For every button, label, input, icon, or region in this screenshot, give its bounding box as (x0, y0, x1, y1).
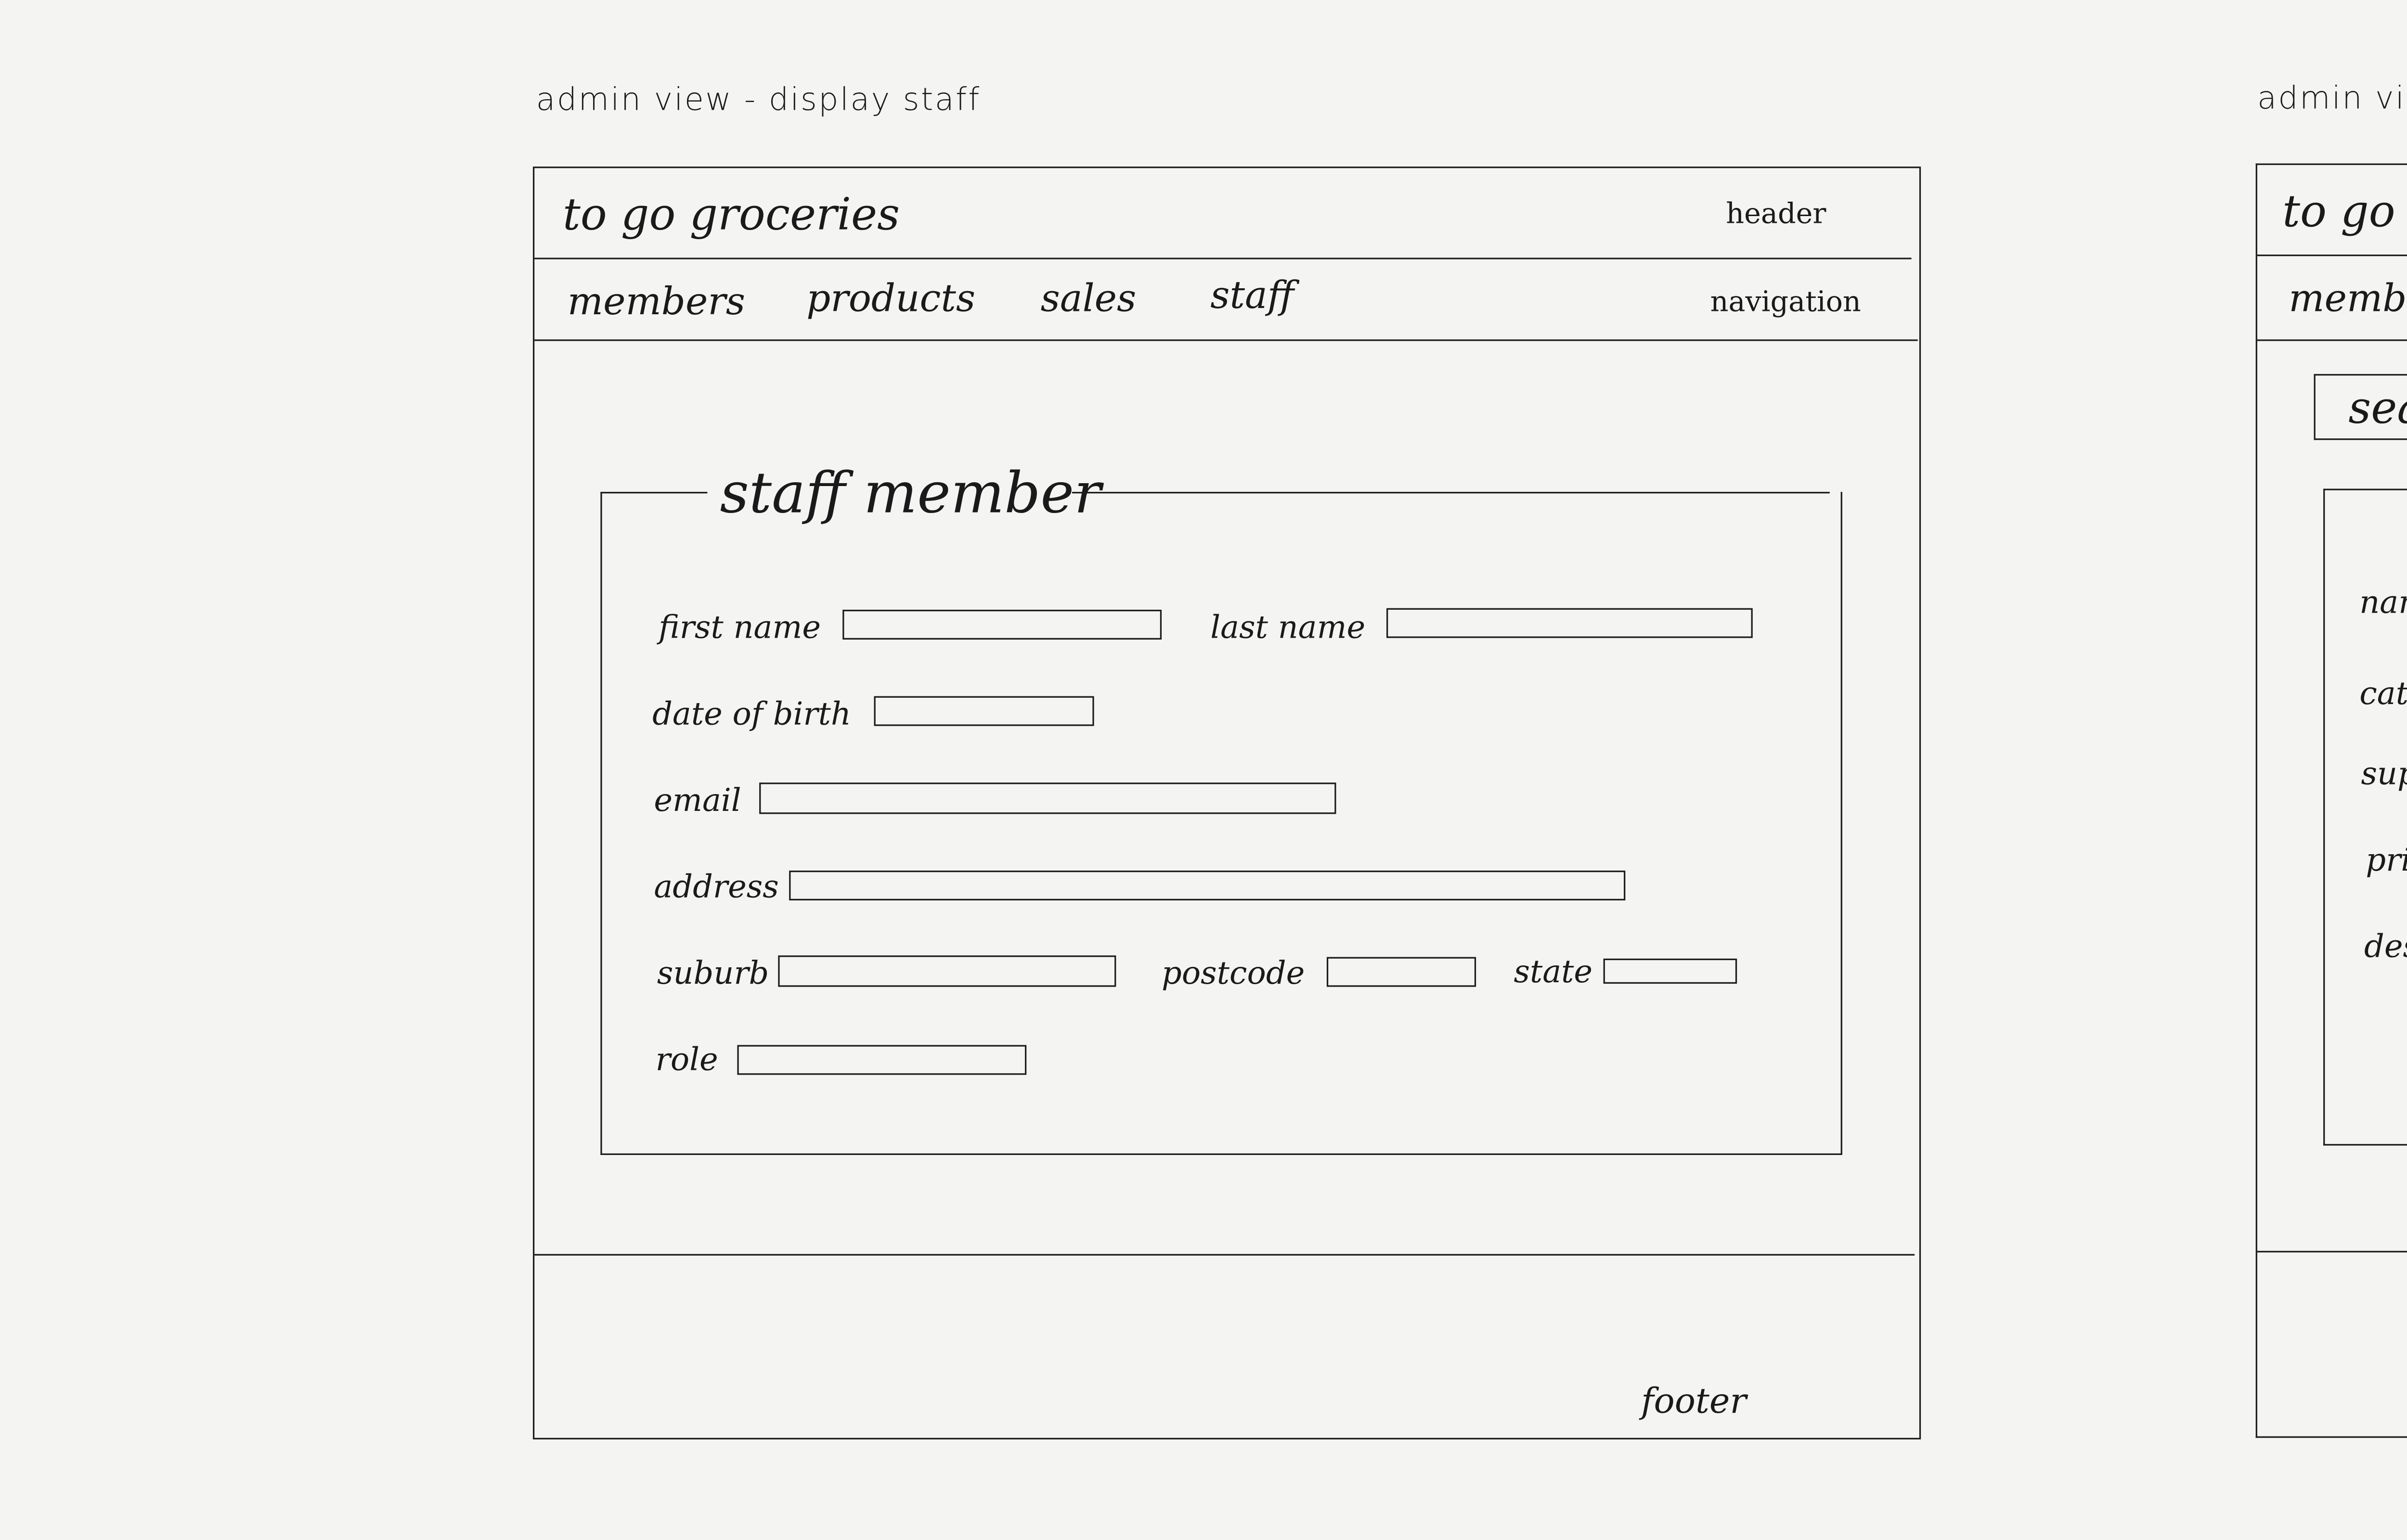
right-footer-divider (2257, 1251, 2407, 1253)
postcode-field[interactable] (1326, 957, 1476, 987)
first-name-field[interactable] (842, 609, 1162, 640)
right-search-label: searc (2348, 382, 2407, 434)
form-title: staff member (720, 462, 1101, 526)
nav-item-products[interactable]: products (806, 280, 975, 317)
footer-divider (534, 1254, 1915, 1256)
nav-item-staff[interactable]: staff (1210, 277, 1294, 314)
suburb-label: suburb (657, 954, 769, 992)
right-category-label: category (2359, 674, 2407, 712)
header-tag: header (1726, 198, 1826, 231)
email-label: email (654, 781, 741, 819)
navigation-divider (534, 339, 1918, 341)
right-header-divider (2257, 254, 2407, 257)
brand-logo[interactable]: to go groceries (563, 192, 900, 237)
footer-tag: footer (1641, 1383, 1747, 1423)
address-label: address (654, 867, 779, 905)
nav-item-members[interactable]: members (568, 283, 745, 321)
role-label: role (655, 1040, 718, 1078)
right-navigation-divider (2257, 339, 2407, 341)
header-divider (534, 257, 1912, 259)
last-name-label: last name (1210, 608, 1366, 646)
postcode-label: postcode (1162, 954, 1305, 992)
left-view-caption: admin view - display staff (536, 80, 981, 118)
navigation-tag: navigation (1710, 286, 1861, 319)
suburb-field[interactable] (778, 955, 1116, 987)
card-top-border-right (1072, 492, 1830, 494)
right-name-label: name (2359, 583, 2407, 621)
right-card-top-border (2323, 488, 2407, 490)
right-description-label: descrip (2364, 927, 2407, 965)
wireframe-sheet: admin view - display staff to go groceri… (0, 0, 2407, 1540)
nav-item-sales[interactable]: sales (1041, 280, 1137, 317)
date-of-birth-label: date of birth (652, 694, 851, 732)
right-brand-logo[interactable]: to go gro (2282, 189, 2407, 234)
date-of-birth-field[interactable] (874, 696, 1094, 726)
state-label: state (1514, 952, 1593, 990)
right-nav-item-members[interactable]: members (2289, 280, 2407, 317)
last-name-field[interactable] (1386, 608, 1753, 638)
right-supplier-label: supplier (2361, 754, 2407, 792)
right-price-label: price (2366, 840, 2407, 879)
first-name-label: first name (659, 608, 821, 646)
role-field[interactable] (737, 1045, 1027, 1075)
address-field[interactable] (789, 870, 1626, 901)
state-field[interactable] (1603, 958, 1737, 984)
right-view-caption: admin view - (2257, 78, 2407, 116)
card-top-border-left (600, 492, 708, 494)
email-field[interactable] (759, 783, 1336, 814)
